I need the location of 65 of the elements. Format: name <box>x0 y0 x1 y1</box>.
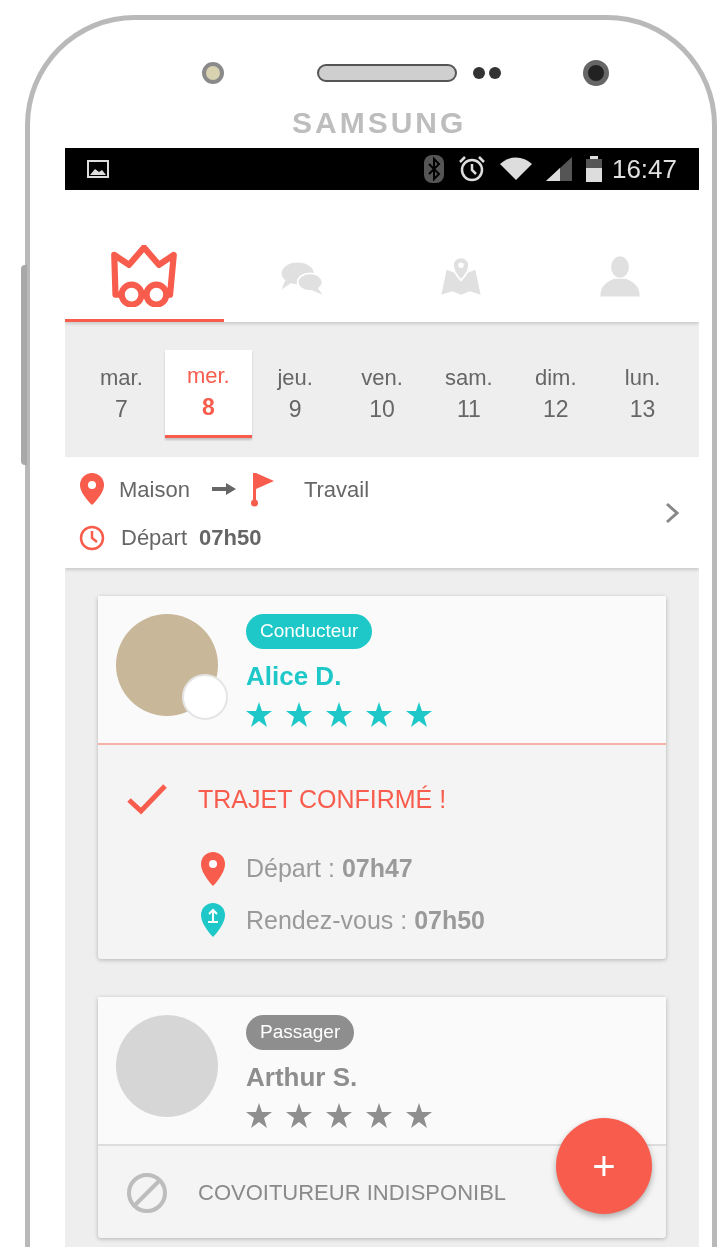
star-icon <box>286 1102 312 1128</box>
star-icon <box>326 1102 352 1128</box>
day-tab[interactable]: sam. 11 <box>425 349 513 438</box>
location-pin-icon <box>200 850 226 887</box>
battery-icon <box>585 156 602 182</box>
checkmark-icon <box>126 783 168 816</box>
status-time: 16:47 <box>611 152 677 186</box>
day-tab[interactable]: lun. 13 <box>599 349 686 438</box>
star-icon <box>286 701 312 727</box>
chevron-right-icon <box>665 501 679 524</box>
day-date: 13 <box>629 394 656 424</box>
destination-text: Travail <box>303 475 370 504</box>
meeting-pin-icon <box>200 902 226 939</box>
day-tab[interactable]: mer. 8 <box>164 349 252 438</box>
day-tab[interactable]: dim. 12 <box>512 349 600 438</box>
brand-logo: SAMSUNG <box>292 105 467 141</box>
day-date: 12 <box>542 394 569 424</box>
arrow-right-icon <box>211 483 236 495</box>
role-badge: Conducteur <box>246 614 373 649</box>
role-badge: Passager <box>246 1015 355 1050</box>
day-name: lun. <box>624 363 661 392</box>
day-name: mar. <box>100 363 143 392</box>
sensor-icon <box>202 62 224 84</box>
day-name: jeu. <box>277 363 313 392</box>
day-date: 10 <box>369 394 395 424</box>
star-icon <box>406 701 432 727</box>
day-date: 11 <box>456 394 481 424</box>
star-icon <box>366 701 392 727</box>
star-icon <box>326 701 352 727</box>
star-icon <box>406 1102 432 1128</box>
day-name: sam. <box>445 363 493 392</box>
day-tab[interactable]: mar. 7 <box>78 349 165 438</box>
day-tab[interactable]: jeu. 9 <box>251 349 339 438</box>
departure-label: Départ <box>121 524 188 552</box>
day-name: dim. <box>534 363 577 392</box>
image-icon <box>87 160 109 178</box>
day-date: 9 <box>288 394 302 424</box>
day-date: 8 <box>201 393 215 422</box>
day-name: ven. <box>361 363 403 392</box>
alarm-icon <box>457 155 486 183</box>
detail-text: Départ : 07h47 <box>246 853 413 884</box>
person-name: Alice D. <box>246 659 342 693</box>
origin-text: Maison <box>119 475 190 504</box>
day-name: mer. <box>186 362 230 390</box>
front-camera-icon <box>583 60 609 86</box>
day-date: 7 <box>115 394 128 424</box>
prohibited-icon <box>126 1171 168 1214</box>
departure-time: 07h50 <box>199 524 262 552</box>
status-text: TRAJET CONFIRMÉ ! <box>198 783 447 815</box>
sensor-dots-icon <box>472 66 502 80</box>
flag-icon <box>249 471 274 507</box>
star-icon <box>246 1102 272 1128</box>
signal-icon <box>545 157 572 181</box>
day-tab[interactable]: ven. 10 <box>338 349 426 438</box>
company-logo-badge <box>182 674 228 720</box>
status-text: COVOITUREUR INDISPONIBL <box>198 1179 507 1207</box>
star-icon <box>366 1102 392 1128</box>
detail-text: Rendez-vous : 07h50 <box>246 904 486 936</box>
wifi-icon <box>499 157 532 181</box>
route-panel[interactable]: Maison Travail Départ 07h50 <box>65 457 699 568</box>
clock-icon <box>79 524 105 551</box>
bluetooth-icon <box>423 155 444 183</box>
person-name: Arthur S. <box>246 1060 358 1094</box>
location-pin-icon <box>79 472 105 506</box>
star-icon <box>246 701 272 727</box>
